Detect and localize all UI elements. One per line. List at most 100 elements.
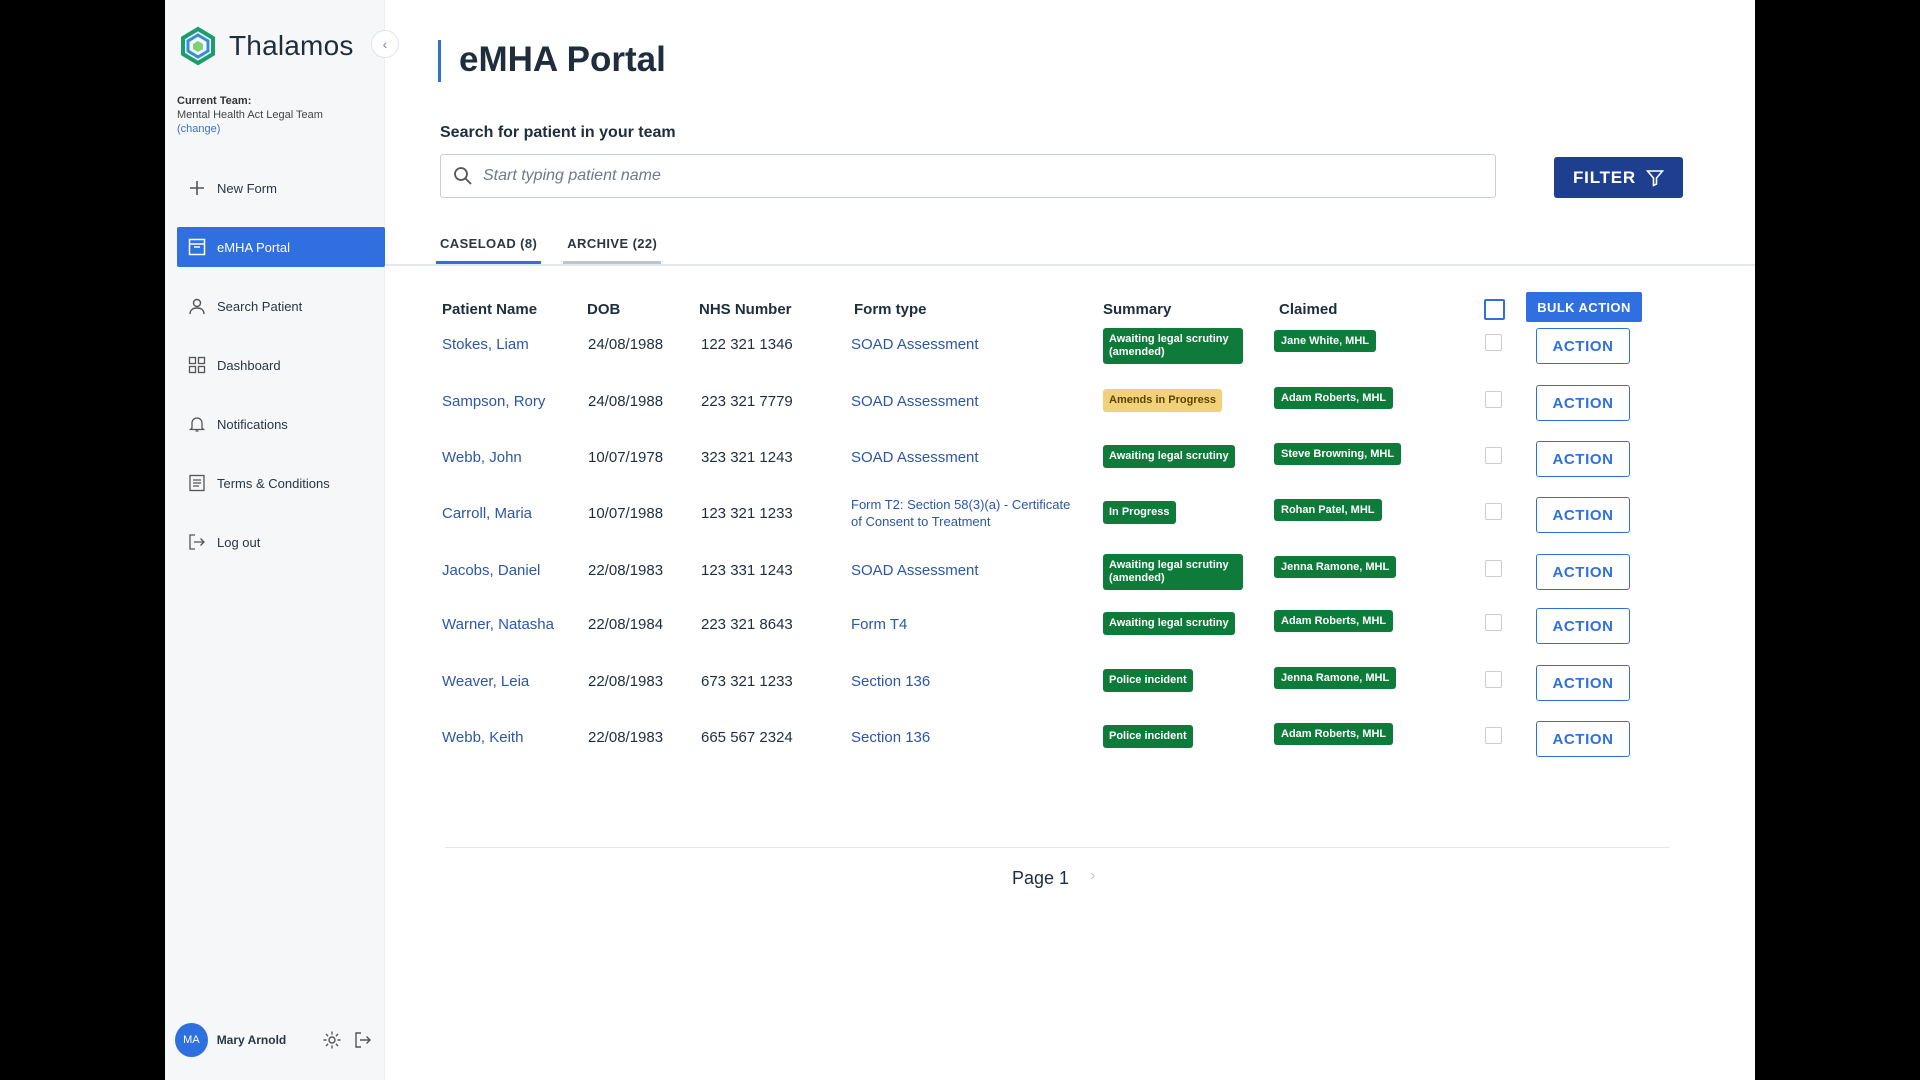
action-button[interactable]: ACTION (1536, 497, 1630, 533)
sidebar-item-label: New Form (217, 180, 277, 196)
claimed-by-badge: Adam Roberts, MHL (1274, 387, 1394, 409)
form-type-link[interactable]: SOAD Assessment (851, 393, 1051, 410)
select-all-checkbox[interactable] (1484, 299, 1505, 320)
settings-button[interactable] (321, 1028, 344, 1052)
action-button[interactable]: ACTION (1536, 385, 1630, 421)
action-button[interactable]: ACTION (1536, 665, 1630, 701)
sidebar-item-search-patient[interactable]: Search Patient (177, 286, 385, 326)
portal-icon (187, 237, 207, 257)
form-type-link[interactable]: Section 136 (851, 673, 1051, 690)
form-type-link[interactable]: SOAD Assessment (851, 449, 1051, 466)
patient-name-link[interactable]: Warner, Natasha (442, 616, 554, 633)
claimed-by-badge: Adam Roberts, MHL (1274, 723, 1394, 745)
current-team-label: Current Team: (177, 95, 252, 107)
status-badge: Police incident (1103, 669, 1193, 692)
nhs-number-cell: 123 331 1243 (701, 562, 793, 579)
avatar[interactable]: MA (175, 1023, 208, 1057)
form-type-link[interactable]: SOAD Assessment (851, 336, 1051, 353)
sidebar-item-emha-portal[interactable]: eMHA Portal (177, 227, 385, 267)
dob-cell: 10/07/1978 (588, 449, 664, 466)
dob-cell: 10/07/1988 (588, 505, 664, 522)
row-select-checkbox[interactable] (1485, 614, 1502, 631)
column-header-form-type: Form type (854, 301, 927, 318)
action-button[interactable]: ACTION (1536, 608, 1630, 644)
row-select-checkbox[interactable] (1485, 447, 1502, 464)
user-name: Mary Arnold (216, 1033, 287, 1047)
row-select-checkbox[interactable] (1485, 671, 1502, 688)
patient-name-link[interactable]: Weaver, Leia (442, 673, 529, 690)
table-row: Sampson, Rory 24/08/1988 223 321 7779 SOAD … (165, 381, 1755, 431)
table-row: Warner, Natasha 22/08/1984 223 321 8643 For… (165, 604, 1755, 654)
claimed-by-badge: Steve Browning, MHL (1274, 443, 1402, 465)
change-team-link[interactable]: (change) (177, 122, 323, 136)
next-page-button[interactable]: › (1090, 867, 1095, 885)
row-select-checkbox[interactable] (1485, 334, 1502, 351)
form-type-link[interactable]: Section 136 (851, 729, 1051, 746)
pager-divider (445, 847, 1670, 848)
patient-name-link[interactable]: Stokes, Liam (442, 336, 529, 353)
sidebar-item-label: eMHA Portal (217, 239, 290, 255)
dob-cell: 22/08/1983 (588, 673, 664, 690)
search-box[interactable] (440, 154, 1496, 198)
brand-name: Thalamos (229, 30, 354, 61)
table-row: Jacobs, Daniel 22/08/1983 123 331 1243 SOAD… (165, 550, 1755, 600)
action-button[interactable]: ACTION (1536, 441, 1630, 477)
form-type-link[interactable]: Form T4 (851, 616, 1051, 633)
row-select-checkbox[interactable] (1485, 560, 1502, 577)
tabs-divider (385, 264, 1755, 266)
tab-archive[interactable]: ARCHIVE (22) (563, 232, 662, 264)
status-badge: Amends in Progress (1103, 389, 1222, 412)
status-badge: Awaiting legal scrutiny (amended) (1103, 328, 1243, 364)
row-select-checkbox[interactable] (1485, 503, 1502, 520)
logout-icon (355, 1032, 372, 1048)
row-select-checkbox[interactable] (1485, 391, 1502, 408)
claimed-by-badge: Rohan Patel, MHL (1274, 499, 1382, 521)
thalamos-logo-icon (181, 26, 215, 66)
claimed-by-badge: Adam Roberts, MHL (1274, 610, 1394, 632)
table-row: Webb, Keith 22/08/1983 665 567 2324 Section… (165, 717, 1755, 767)
patient-name-link[interactable]: Sampson, Rory (442, 393, 545, 410)
patient-name-link[interactable]: Webb, Keith (442, 729, 523, 746)
plus-icon (187, 178, 207, 198)
column-header-nhs-number: NHS Number (699, 301, 792, 318)
logout-button[interactable] (352, 1028, 375, 1052)
nhs-number-cell: 673 321 1233 (701, 673, 793, 690)
patient-name-link[interactable]: Jacobs, Daniel (442, 562, 540, 579)
search-input[interactable] (483, 167, 1463, 185)
nhs-number-cell: 665 567 2324 (701, 729, 793, 746)
row-select-checkbox[interactable] (1485, 727, 1502, 744)
action-button[interactable]: ACTION (1536, 554, 1630, 590)
nhs-number-cell: 123 321 1233 (701, 505, 793, 522)
collapse-sidebar-button[interactable]: ‹ (371, 30, 399, 58)
page-title: eMHA Portal (459, 40, 666, 79)
sidebar-item-new-form[interactable]: New Form (177, 168, 385, 208)
claimed-by-badge: Jenna Ramone, MHL (1274, 667, 1397, 689)
table-row: Weaver, Leia 22/08/1983 673 321 1233 Sectio… (165, 661, 1755, 711)
status-badge: Awaiting legal scrutiny (1103, 612, 1235, 635)
funnel-icon (1646, 169, 1665, 187)
action-button[interactable]: ACTION (1536, 328, 1630, 364)
status-badge: In Progress (1103, 501, 1176, 524)
person-icon (187, 296, 207, 316)
gear-icon (323, 1031, 341, 1049)
table-row: Webb, John 10/07/1978 323 321 1243 SOAD Ass… (165, 437, 1755, 487)
tabs: CASELOAD (8) ARCHIVE (22) (436, 232, 683, 264)
search-label: Search for patient in your team (440, 124, 676, 141)
nhs-number-cell: 223 321 8643 (701, 616, 793, 633)
filter-button[interactable]: FILTER (1554, 157, 1683, 198)
dob-cell: 24/08/1988 (588, 393, 664, 410)
patient-name-link[interactable]: Carroll, Maria (442, 505, 532, 522)
patient-name-link[interactable]: Webb, John (442, 449, 522, 466)
search-icon (454, 167, 472, 185)
column-header-summary: Summary (1103, 301, 1172, 318)
tab-caseload[interactable]: CASELOAD (8) (436, 232, 542, 264)
form-type-link[interactable]: SOAD Assessment (851, 562, 1051, 579)
nhs-number-cell: 122 321 1346 (701, 336, 793, 353)
title-accent-bar (438, 40, 441, 82)
form-type-link[interactable]: Form T2: Section 58(3)(a) - Certificate … (851, 496, 1071, 530)
column-header-claimed: Claimed (1279, 301, 1338, 318)
brand[interactable]: Thalamos (177, 26, 354, 66)
action-button[interactable]: ACTION (1536, 721, 1630, 757)
table-row: Carroll, Maria 10/07/1988 123 321 1233 Form… (165, 493, 1755, 543)
bulk-action-button[interactable]: BULK ACTION (1526, 292, 1642, 322)
